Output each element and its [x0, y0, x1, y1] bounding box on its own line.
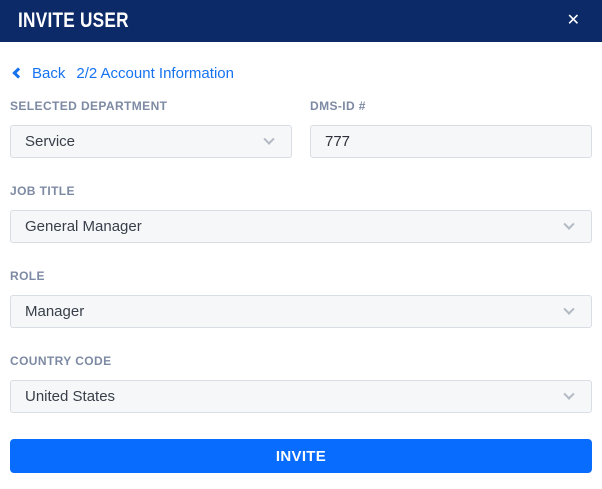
chevron-left-icon	[12, 67, 24, 79]
modal-title: INVITE USER	[18, 9, 129, 32]
back-link[interactable]: Back	[32, 65, 65, 82]
country-code-group: COUNTRY CODE United States	[10, 354, 592, 413]
chevron-down-icon	[563, 218, 575, 230]
country-code-label: COUNTRY CODE	[10, 354, 112, 368]
role-group: ROLE Manager	[10, 269, 592, 328]
field-row: SELECTED DEPARTMENT Service DMS-ID #	[10, 99, 592, 184]
modal-header: INVITE USER ✕	[0, 0, 602, 42]
job-title-group: JOB TITLE General Manager	[10, 184, 592, 243]
role-value: Manager	[25, 303, 85, 320]
selected-department-group: SELECTED DEPARTMENT Service	[10, 99, 292, 158]
back-nav[interactable]: Back 2/2 Account Information	[0, 64, 602, 82]
country-code-select[interactable]: United States	[10, 380, 592, 413]
job-title-value: General Manager	[25, 218, 142, 235]
chevron-down-icon	[263, 133, 275, 145]
dms-id-group: DMS-ID #	[310, 99, 592, 158]
invite-button[interactable]: INVITE	[10, 439, 592, 473]
job-title-select[interactable]: General Manager	[10, 210, 592, 243]
chevron-down-icon	[563, 388, 575, 400]
step-indicator: 2/2 Account Information	[76, 64, 234, 82]
form-area: SELECTED DEPARTMENT Service DMS-ID # JOB…	[0, 82, 602, 473]
invite-user-modal: INVITE USER ✕ Back 2/2 Account Informati…	[0, 0, 602, 489]
dms-id-label: DMS-ID #	[310, 99, 366, 113]
chevron-down-icon	[563, 303, 575, 315]
job-title-label: JOB TITLE	[10, 184, 75, 198]
close-icon[interactable]: ✕	[565, 11, 582, 31]
selected-department-label: SELECTED DEPARTMENT	[10, 99, 168, 113]
selected-department-select[interactable]: Service	[10, 125, 292, 158]
country-code-value: United States	[25, 388, 116, 405]
role-label: ROLE	[10, 269, 45, 283]
role-select[interactable]: Manager	[10, 295, 592, 328]
selected-department-value: Service	[25, 133, 76, 150]
dms-id-input[interactable]	[310, 125, 592, 158]
